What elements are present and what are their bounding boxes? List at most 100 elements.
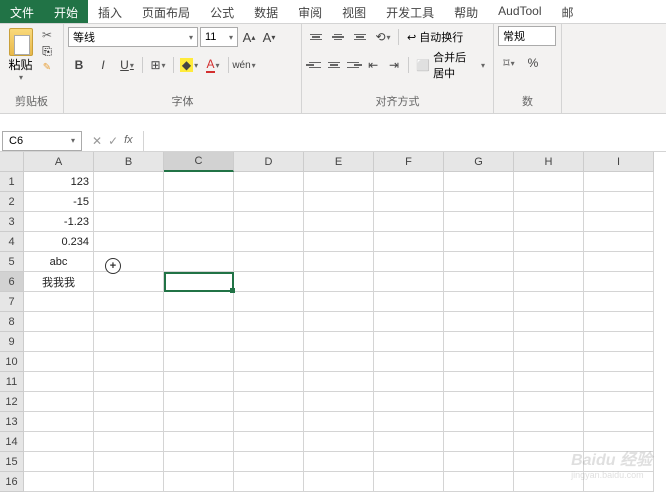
cell[interactable]: [514, 372, 584, 392]
indent-increase-button[interactable]: ⇥: [385, 55, 404, 75]
cell[interactable]: [234, 412, 304, 432]
tab-audtool[interactable]: AudTool: [488, 0, 551, 23]
cell[interactable]: [374, 332, 444, 352]
tab-formulas[interactable]: 公式: [200, 0, 244, 23]
cell[interactable]: 我我我: [24, 272, 94, 292]
align-right-button[interactable]: [344, 55, 361, 75]
cell[interactable]: [94, 412, 164, 432]
cell[interactable]: [234, 232, 304, 252]
col-header[interactable]: H: [514, 152, 584, 172]
cell[interactable]: [94, 372, 164, 392]
cell[interactable]: [444, 372, 514, 392]
cell[interactable]: 0.234: [24, 232, 94, 252]
row-header[interactable]: 10: [0, 352, 24, 372]
orientation-button[interactable]: ⟲▾: [372, 27, 394, 47]
align-bottom-button[interactable]: [350, 27, 370, 47]
row-header[interactable]: 14: [0, 432, 24, 452]
cell[interactable]: [304, 432, 374, 452]
cells-area[interactable]: 123 -15 -1.23 0.234 abc 我我我: [24, 172, 666, 492]
cell[interactable]: -1.23: [24, 212, 94, 232]
tab-file[interactable]: 文件: [0, 0, 44, 23]
tab-mail[interactable]: 邮: [552, 0, 584, 23]
cell[interactable]: [24, 392, 94, 412]
cell[interactable]: [24, 452, 94, 472]
cell[interactable]: [164, 472, 234, 492]
cell[interactable]: [164, 352, 234, 372]
cell[interactable]: -15: [24, 192, 94, 212]
cell[interactable]: [584, 392, 654, 412]
cell[interactable]: [164, 332, 234, 352]
cell[interactable]: [304, 212, 374, 232]
cell[interactable]: [584, 232, 654, 252]
col-header[interactable]: B: [94, 152, 164, 172]
cell[interactable]: [444, 312, 514, 332]
cell[interactable]: [304, 352, 374, 372]
row-header[interactable]: 11: [0, 372, 24, 392]
cell[interactable]: [374, 452, 444, 472]
cell[interactable]: [374, 172, 444, 192]
cell[interactable]: [304, 192, 374, 212]
row-header[interactable]: 1: [0, 172, 24, 192]
cell[interactable]: [234, 472, 304, 492]
cell[interactable]: [24, 372, 94, 392]
col-header[interactable]: C: [164, 152, 234, 172]
cell[interactable]: [304, 312, 374, 332]
wrap-text-button[interactable]: ↩自动换行: [403, 27, 467, 47]
cell[interactable]: [94, 192, 164, 212]
cell[interactable]: [514, 272, 584, 292]
selected-cell[interactable]: [164, 272, 234, 292]
cell[interactable]: [444, 192, 514, 212]
paste-button[interactable]: 粘贴 ▾: [6, 28, 35, 82]
cell[interactable]: 123: [24, 172, 94, 192]
formula-bar[interactable]: [143, 131, 666, 151]
cell[interactable]: [584, 372, 654, 392]
cell[interactable]: [94, 232, 164, 252]
cell[interactable]: [94, 332, 164, 352]
cell[interactable]: [514, 252, 584, 272]
cell[interactable]: [304, 232, 374, 252]
cell[interactable]: [584, 332, 654, 352]
tab-home[interactable]: 开始: [44, 0, 88, 23]
cell[interactable]: [164, 192, 234, 212]
cell[interactable]: [24, 352, 94, 372]
cell[interactable]: [24, 312, 94, 332]
font-size-select[interactable]: 11▾: [200, 27, 238, 47]
cell[interactable]: [444, 452, 514, 472]
font-color-button[interactable]: A▾: [202, 55, 224, 75]
cell[interactable]: [164, 452, 234, 472]
col-header[interactable]: E: [304, 152, 374, 172]
col-header[interactable]: I: [584, 152, 654, 172]
cell[interactable]: [304, 332, 374, 352]
cell[interactable]: [374, 412, 444, 432]
cell[interactable]: [234, 252, 304, 272]
row-header[interactable]: 2: [0, 192, 24, 212]
cell[interactable]: [584, 352, 654, 372]
row-header[interactable]: 16: [0, 472, 24, 492]
cell[interactable]: [94, 252, 164, 272]
cell[interactable]: [164, 172, 234, 192]
cell[interactable]: [94, 172, 164, 192]
tab-insert[interactable]: 插入: [88, 0, 132, 23]
select-all-corner[interactable]: [0, 152, 24, 172]
cell[interactable]: [234, 332, 304, 352]
cell[interactable]: [374, 392, 444, 412]
tab-help[interactable]: 帮助: [444, 0, 488, 23]
cell[interactable]: [444, 292, 514, 312]
cell[interactable]: [584, 412, 654, 432]
cell[interactable]: [234, 312, 304, 332]
cell[interactable]: [374, 312, 444, 332]
cell[interactable]: [94, 212, 164, 232]
cell[interactable]: [304, 252, 374, 272]
cell[interactable]: [584, 212, 654, 232]
tab-view[interactable]: 视图: [332, 0, 376, 23]
cell[interactable]: [164, 212, 234, 232]
fx-icon[interactable]: fx: [124, 134, 133, 148]
decrease-font-button[interactable]: A▾: [260, 27, 278, 47]
cell[interactable]: [304, 372, 374, 392]
format-painter-button[interactable]: ✎: [37, 60, 57, 74]
cell[interactable]: [164, 232, 234, 252]
fill-color-button[interactable]: ◆▾: [178, 55, 200, 75]
merge-center-button[interactable]: ⬜合并后居中▾: [412, 55, 489, 75]
cell[interactable]: [304, 272, 374, 292]
cell[interactable]: [24, 292, 94, 312]
